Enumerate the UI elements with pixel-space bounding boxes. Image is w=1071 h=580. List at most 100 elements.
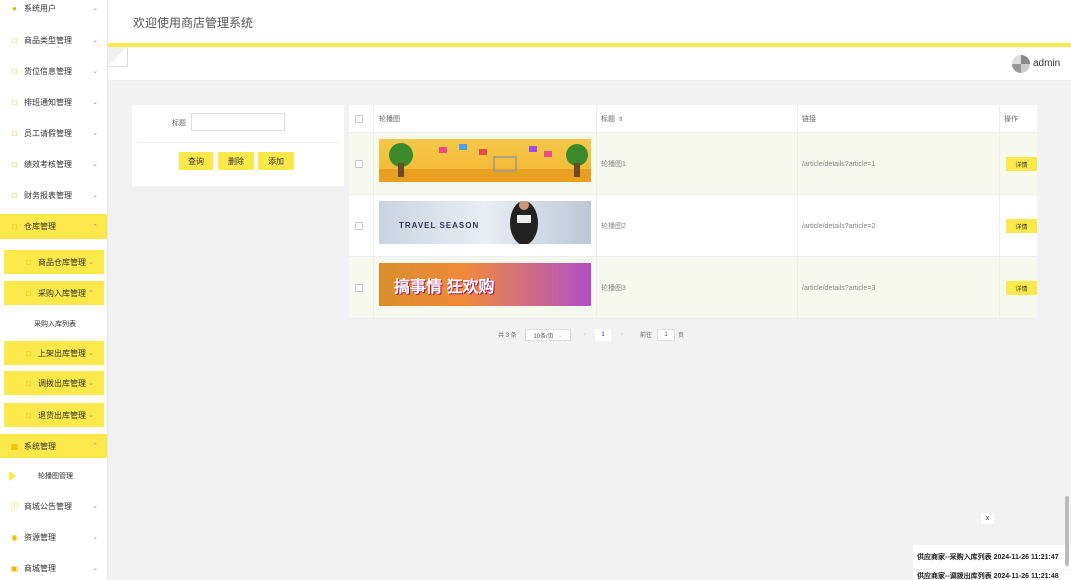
sidebar-item-label: 商品类型管理 — [24, 35, 72, 45]
top-header: 欢迎使用商店管理系统 — [108, 0, 1071, 43]
goto-label: 前往 — [640, 333, 653, 339]
sidebar-item-label: 商城公告管理 — [24, 501, 72, 511]
title-filter-label: 标题 — [172, 120, 186, 127]
folder-icon: □ — [12, 97, 17, 107]
person-icon: ● — [12, 3, 17, 13]
col-action-header: 操作 — [1004, 116, 1018, 123]
sidebar-item-location-info[interactable]: □ 货位信息管理 ⌄ — [0, 59, 107, 83]
sidebar-item-label: 系统管理 — [24, 441, 56, 451]
sidebar-item-purchase-list[interactable]: 采购入库列表 — [0, 312, 107, 336]
folder-icon: □ — [26, 288, 31, 298]
bulb-icon: ◉ — [11, 532, 18, 542]
sidebar-item-purchase-in[interactable]: □ 采购入库管理 ⌃ — [4, 281, 104, 305]
chevron-down-icon: ⌄ — [88, 259, 94, 266]
row-checkbox[interactable] — [355, 257, 363, 319]
folder-icon: □ — [12, 159, 17, 169]
filter-panel: 标题 查询 删除 添加 — [132, 105, 344, 186]
divider — [138, 142, 338, 143]
page-1-button[interactable]: 1 — [595, 329, 611, 341]
page-size-value: 10条/页 — [533, 333, 554, 340]
sidebar-item-mall[interactable]: ▣ 商城管理 ⌄ — [0, 556, 107, 580]
chevron-down-icon: ⌄ — [92, 5, 98, 12]
sidebar-item-system-management[interactable]: ▦ 系统管理 ⌃ — [0, 434, 107, 458]
page-size-select[interactable]: 10条/页 ⌄ — [525, 329, 571, 341]
chevron-down-icon: ⌄ — [92, 130, 98, 137]
table-header — [349, 105, 1037, 133]
folder-icon: □ — [12, 222, 17, 231]
chevron-up-icon: ⌃ — [88, 290, 94, 297]
sidebar-item-label: 系统用户 — [24, 3, 56, 13]
col-title-header[interactable]: 标题 ⇕ — [601, 105, 623, 133]
sidebar-item-warehouse[interactable]: □ 仓库管理 ⌃ — [0, 214, 107, 239]
goto-page-input[interactable]: 1 — [657, 329, 675, 341]
chevron-down-icon: ⌄ — [92, 192, 98, 199]
carousel-image-3: 搞事情 狂欢购 — [379, 263, 591, 306]
notification-item[interactable]: 供应商家--采购入库列表 2024-11-26 11:21:47 — [913, 545, 1071, 569]
cart-icon: ▣ — [10, 563, 19, 573]
username[interactable]: admin — [1033, 58, 1060, 69]
detail-button[interactable]: 详情 — [1006, 281, 1037, 295]
detail-button[interactable]: 详情 — [1006, 157, 1037, 171]
sidebar-item-label: 资源管理 — [24, 532, 56, 542]
sidebar-item-carousel[interactable]: 轮播图管理 — [0, 464, 107, 488]
chevron-down-icon: ⌄ — [88, 350, 94, 357]
notification-item[interactable]: 供应商家--调拨出库列表 2024-11-26 11:21:48 — [913, 570, 1071, 580]
sidebar-item-label: 采购入库列表 — [34, 321, 76, 328]
sidebar-item-shelf-out[interactable]: □ 上架出库管理 ⌄ — [4, 341, 104, 365]
sidebar: ● 系统用户 ⌄ □ 商品类型管理 ⌄ □ 货位信息管理 ⌄ □ 排班通知管理 … — [0, 0, 108, 580]
chevron-up-icon: ⌃ — [92, 443, 98, 450]
query-button[interactable]: 查询 — [179, 152, 213, 170]
row-checkbox[interactable] — [355, 195, 363, 257]
sidebar-item-product-types[interactable]: □ 商品类型管理 ⌄ — [0, 28, 107, 52]
sidebar-item-label: 财务报表管理 — [24, 190, 72, 200]
banner-text: 搞事情 狂欢购 — [394, 279, 495, 296]
sidebar-item-product-warehouse[interactable]: □ 商品仓库管理 ⌄ — [4, 250, 104, 274]
sidebar-item-resources[interactable]: ◉ 资源管理 ⌄ — [0, 525, 107, 549]
sort-icon[interactable]: ⇕ — [618, 116, 623, 123]
sidebar-item-label: 商品仓库管理 — [38, 257, 86, 267]
chevron-down-icon: ⌄ — [92, 534, 98, 541]
next-page-button[interactable]: › — [615, 329, 629, 341]
table-row: TRAVEL SEASON 轮播图2 /article/details?arti… — [349, 195, 1037, 257]
page-suffix: 页 — [678, 333, 685, 339]
row-title: 轮播图1 — [601, 161, 626, 168]
folder-icon: □ — [26, 348, 31, 358]
close-notification-button[interactable]: x — [981, 513, 994, 524]
col-title-label: 标题 — [601, 116, 615, 123]
folder-icon: □ — [12, 66, 17, 76]
sidebar-item-system-users[interactable]: ● 系统用户 ⌄ — [0, 0, 107, 20]
column-divider — [797, 105, 798, 319]
carousel-image-1 — [379, 139, 591, 182]
sidebar-item-leave[interactable]: □ 员工请假管理 ⌄ — [0, 121, 107, 145]
sidebar-item-schedule[interactable]: □ 排班通知管理 ⌄ — [0, 90, 107, 114]
sidebar-item-performance[interactable]: □ 绩效考核管理 ⌄ — [0, 152, 107, 176]
folder-icon: □ — [26, 257, 31, 267]
info-icon: ⓘ — [10, 501, 19, 511]
sidebar-item-finance[interactable]: □ 财务报表管理 ⌄ — [0, 183, 107, 207]
chevron-down-icon: ⌄ — [92, 565, 98, 572]
column-divider — [373, 105, 374, 319]
sidebar-item-transfer-out[interactable]: □ 调拨出库管理 ⌄ — [4, 371, 104, 395]
sidebar-item-return-out[interactable]: □ 退货出库管理 ⌄ — [4, 403, 104, 427]
add-button[interactable]: 添加 — [258, 152, 294, 170]
chevron-down-icon: ⌄ — [92, 68, 98, 75]
collapse-toggle-icon[interactable] — [108, 47, 128, 67]
sidebar-item-announcement[interactable]: ⓘ 商城公告管理 ⌄ — [0, 494, 107, 518]
sidebar-item-label: 排班通知管理 — [24, 97, 72, 107]
sidebar-item-label: 上架出库管理 — [38, 348, 86, 358]
chevron-down-icon: ⌄ — [88, 412, 94, 419]
carousel-image-2: TRAVEL SEASON — [379, 201, 591, 244]
row-checkbox[interactable] — [355, 133, 363, 195]
title-filter-input[interactable] — [191, 113, 285, 131]
column-divider — [999, 105, 1000, 319]
row-title: 轮播图3 — [601, 285, 626, 292]
chevron-down-icon: ⌄ — [88, 380, 94, 387]
scrollbar[interactable] — [1065, 496, 1069, 566]
select-all-checkbox[interactable] — [355, 105, 363, 133]
table-row: 搞事情 狂欢购 轮播图3 /article/details?article=3 … — [349, 257, 1037, 319]
detail-button[interactable]: 详情 — [1006, 219, 1037, 233]
delete-button[interactable]: 删除 — [218, 152, 254, 170]
avatar[interactable] — [1012, 55, 1030, 73]
sidebar-item-label: 商城管理 — [24, 563, 56, 573]
prev-page-button[interactable]: ‹ — [578, 329, 592, 341]
